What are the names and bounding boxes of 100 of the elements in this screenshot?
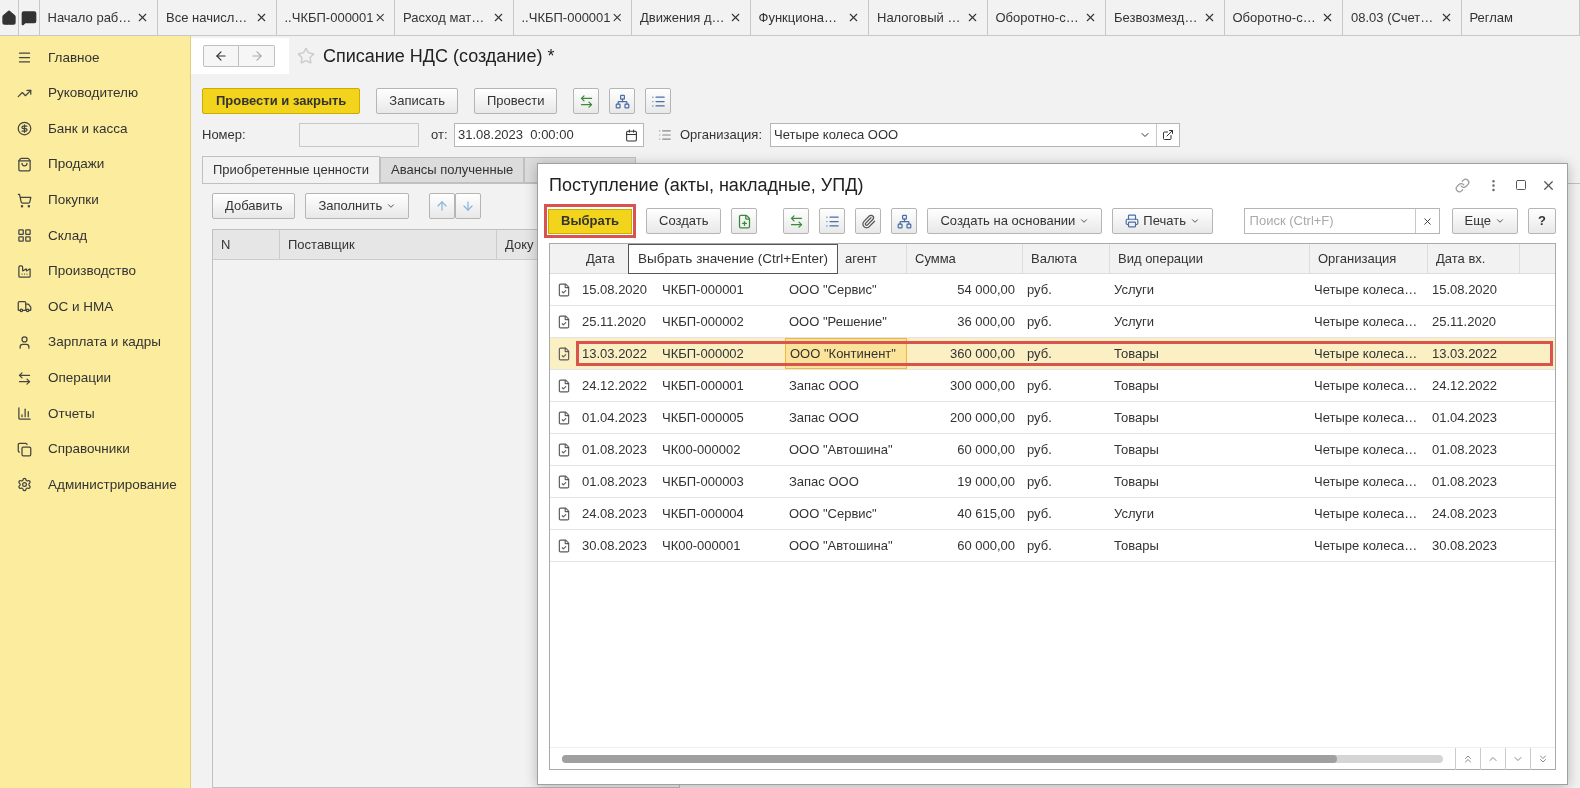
structure-button[interactable] bbox=[891, 208, 918, 234]
toolbar-button[interactable]: Добавить bbox=[212, 193, 296, 219]
ledger-button[interactable] bbox=[783, 208, 810, 234]
close-icon[interactable] bbox=[373, 11, 386, 24]
window-tab[interactable]: Все начисл… bbox=[158, 0, 277, 35]
column-header[interactable]: Дата вх. bbox=[1428, 244, 1520, 273]
close-icon[interactable] bbox=[136, 11, 149, 24]
window-tab[interactable]: Оборотно-с… bbox=[987, 0, 1106, 35]
chat-button[interactable] bbox=[19, 0, 40, 35]
paperclip-button[interactable] bbox=[855, 208, 882, 234]
last-icon bbox=[1537, 752, 1549, 765]
sidebar-item[interactable]: Операции bbox=[0, 360, 190, 396]
sidebar-item[interactable]: Главное bbox=[0, 40, 190, 76]
table-cell-text: Четыре колеса… bbox=[1313, 504, 1419, 523]
toolbar-button[interactable]: Провести и закрыть bbox=[202, 88, 361, 114]
window-tab[interactable]: ..ЧКБП-000001 bbox=[513, 0, 632, 35]
sidebar-item[interactable]: Банк и касса bbox=[0, 111, 190, 147]
sidebar-item[interactable]: Администрирование bbox=[0, 467, 190, 503]
column-header[interactable]: N bbox=[213, 230, 280, 259]
organization-label: Организация: bbox=[680, 126, 764, 145]
window-tab[interactable]: Расход мат… bbox=[395, 0, 514, 35]
table-cell-text: Четыре колеса… bbox=[1313, 312, 1419, 331]
sidebar-item[interactable]: Зарплата и кадры bbox=[0, 324, 190, 361]
create-based-on-button[interactable]: Создать на основании bbox=[927, 208, 1103, 234]
column-header[interactable]: Валюта bbox=[1023, 244, 1110, 273]
coin-icon bbox=[17, 121, 32, 137]
column-header[interactable]: Сумма bbox=[907, 244, 1023, 273]
form-tab[interactable]: Приобретенные ценности bbox=[202, 156, 380, 183]
create-button[interactable]: Создать bbox=[646, 208, 722, 234]
table-row[interactable]: 13.03.2022 ЧКБП-000002 ООО "Континент" 360 000,00 руб. Товары Четыре колеса… 13.03.2022 bbox=[550, 338, 1555, 370]
table-cell-text: 300 000,00 bbox=[948, 376, 1016, 395]
document-icon bbox=[557, 506, 571, 521]
table-cell-text: Услуги bbox=[1113, 312, 1155, 331]
window-tab[interactable]: Функциона… bbox=[750, 0, 869, 35]
sidebar-item[interactable]: Отчеты bbox=[0, 395, 190, 432]
sidebar-item[interactable]: Покупки bbox=[0, 182, 190, 218]
close-icon[interactable] bbox=[1321, 11, 1334, 24]
tab-label: Реглам bbox=[1469, 8, 1514, 27]
maximize-icon[interactable] bbox=[1515, 179, 1527, 191]
form-tab[interactable]: Авансы полученные bbox=[379, 157, 525, 183]
link-icon[interactable] bbox=[1455, 177, 1470, 193]
table-cell-text: Товары bbox=[1113, 408, 1160, 427]
sidebar-item[interactable]: Склад bbox=[0, 217, 190, 254]
caret-icon bbox=[1495, 216, 1506, 226]
toolbar-button[interactable]: Заполнить bbox=[305, 193, 410, 219]
list-button[interactable] bbox=[819, 208, 846, 234]
column-header[interactable]: Поставщик bbox=[280, 230, 497, 259]
help-button[interactable]: ? bbox=[1528, 208, 1556, 234]
close-icon[interactable] bbox=[1084, 11, 1097, 24]
window-tab[interactable]: ..ЧКБП-000001 bbox=[276, 0, 395, 35]
sidebar-item[interactable]: Справочники bbox=[0, 431, 190, 468]
sidebar-item[interactable]: Продажи bbox=[0, 146, 190, 183]
date-field[interactable]: 31.08.2023 0:00:00 bbox=[454, 123, 644, 147]
window-tab[interactable]: Реглам bbox=[1461, 0, 1580, 35]
table-cell-text: ЧКБП-000004 bbox=[661, 504, 745, 523]
window-tab[interactable]: Движения д… bbox=[632, 0, 751, 35]
close-icon[interactable] bbox=[847, 11, 860, 24]
sidebar-item[interactable]: Руководителю bbox=[0, 75, 190, 112]
search-box[interactable]: Поиск (Ctrl+F) bbox=[1243, 208, 1440, 234]
organization-field[interactable]: Четыре колеса ООО bbox=[770, 123, 1180, 147]
more-button[interactable]: Еще bbox=[1451, 208, 1519, 234]
window-tab[interactable]: Начало раб… bbox=[39, 0, 158, 35]
calendar-icon[interactable] bbox=[625, 128, 638, 142]
column-header[interactable]: Организация bbox=[1310, 244, 1428, 273]
number-field[interactable] bbox=[299, 123, 419, 147]
open-icon[interactable] bbox=[1162, 129, 1174, 141]
window-tab[interactable]: Оборотно-с… bbox=[1224, 0, 1343, 35]
tab-label: Начало раб… bbox=[47, 8, 132, 27]
select-button[interactable]: Выбрать bbox=[548, 208, 633, 234]
date-label: от: bbox=[431, 126, 449, 145]
number-label: Номер: bbox=[202, 126, 247, 145]
ledger-button[interactable] bbox=[573, 88, 600, 114]
print-button[interactable]: Печать bbox=[1112, 208, 1213, 234]
column-header[interactable]: Вид операции bbox=[1110, 244, 1310, 273]
table-cell-text: ЧК00-000001 bbox=[661, 536, 742, 555]
horizontal-scrollbar[interactable] bbox=[562, 754, 1443, 763]
window-tab[interactable]: Безвозмезд… bbox=[1106, 0, 1225, 35]
window-tab[interactable]: 08.03 (Счет… bbox=[1343, 0, 1462, 35]
clear-icon[interactable] bbox=[1421, 215, 1433, 227]
tab-label: Оборотно-с… bbox=[995, 8, 1079, 27]
toolbar-button[interactable]: Провести bbox=[473, 88, 558, 114]
document-icon bbox=[557, 378, 571, 393]
search-field[interactable]: Поиск (Ctrl+F) bbox=[1244, 211, 1415, 231]
window-tab[interactable]: Налоговый … bbox=[869, 0, 988, 35]
tab-label: ..ЧКБП-000001 bbox=[521, 8, 611, 27]
list-button[interactable] bbox=[645, 88, 672, 114]
cart-icon bbox=[17, 192, 32, 208]
table-cell-text: руб. bbox=[1026, 504, 1053, 523]
structure-button[interactable] bbox=[609, 88, 636, 114]
create-copy-button[interactable] bbox=[731, 208, 758, 234]
table-cell-text: руб. bbox=[1026, 280, 1053, 299]
home-button[interactable] bbox=[0, 0, 20, 35]
toolbar-button[interactable]: Записать bbox=[376, 88, 458, 114]
table-cell-text: Товары bbox=[1113, 344, 1160, 363]
sidebar-item[interactable]: ОС и НМА bbox=[0, 289, 190, 325]
sidebar-item[interactable]: Производство bbox=[0, 253, 190, 290]
star-icon[interactable] bbox=[297, 47, 315, 65]
table-cell-text: 24.12.2022 bbox=[1431, 376, 1499, 395]
close-icon[interactable] bbox=[610, 11, 623, 24]
back-button[interactable] bbox=[203, 45, 239, 67]
